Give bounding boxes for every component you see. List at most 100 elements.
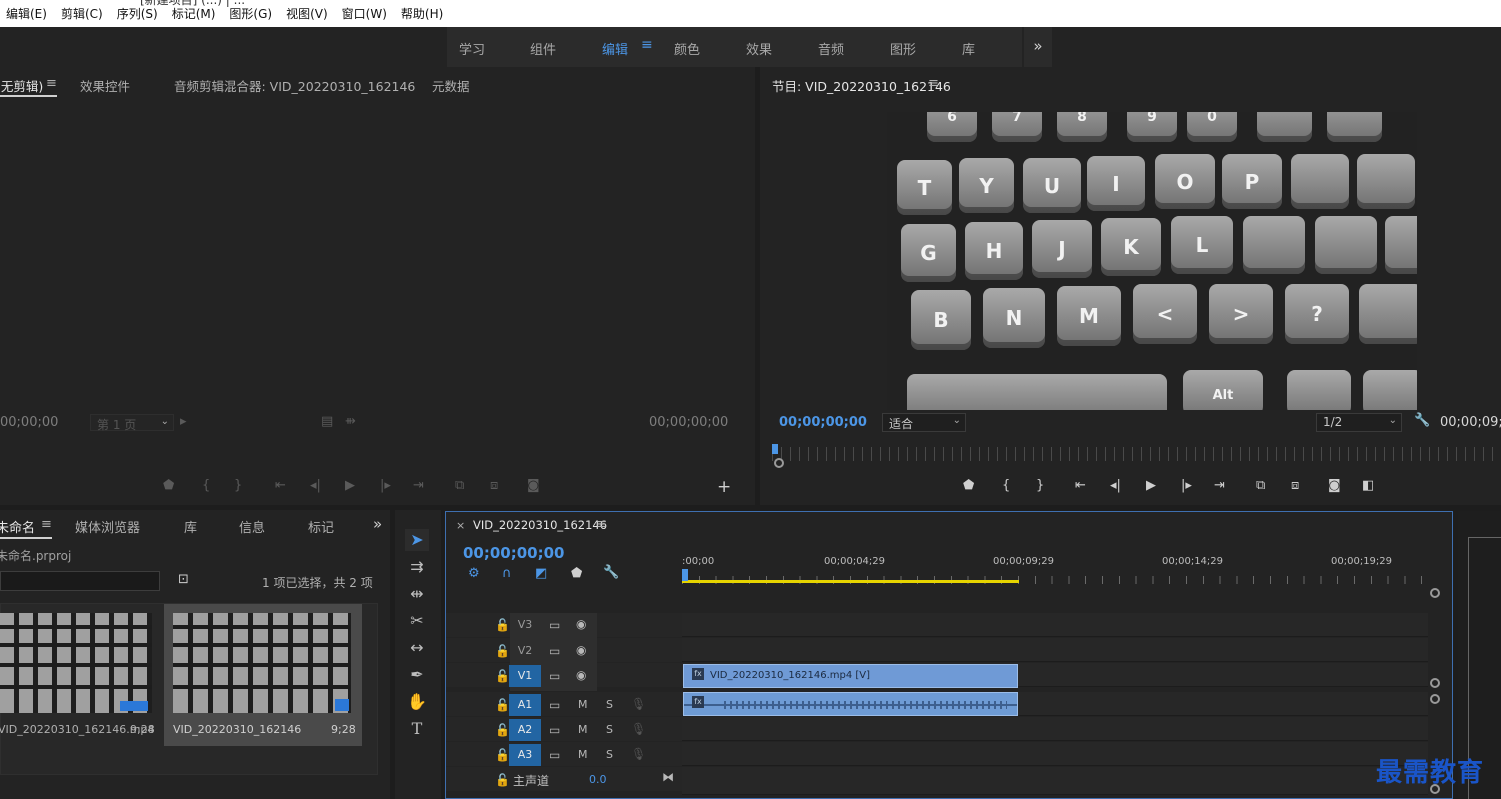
zoom-handle[interactable]: [774, 458, 784, 468]
scroll-handle[interactable]: [1430, 694, 1440, 704]
timeline-timecode[interactable]: 00;00;00;00: [463, 544, 565, 562]
tab-audio-clip-mixer[interactable]: 音频剪辑混合器: VID_20220310_162146: [174, 76, 415, 95]
overwrite-icon[interactable]: ⧈: [490, 478, 498, 493]
mark-out-icon[interactable]: }: [234, 478, 242, 493]
workspace-color[interactable]: 颜色: [674, 39, 700, 58]
program-title[interactable]: 节目: VID_20220310_162146: [772, 76, 951, 95]
go-to-in-icon[interactable]: ⇤: [1075, 478, 1086, 493]
timeline-playhead[interactable]: [682, 569, 688, 581]
track-name-a2[interactable]: A2: [509, 719, 541, 741]
master-volume-value[interactable]: 0.0: [589, 773, 607, 786]
pen-tool-icon[interactable]: ✒: [405, 664, 429, 686]
track-name-v2[interactable]: V2: [509, 640, 541, 662]
mark-out-icon[interactable]: }: [1036, 478, 1044, 493]
add-button-icon[interactable]: +: [717, 477, 731, 497]
eye-icon[interactable]: ◉: [576, 668, 586, 682]
extract-icon[interactable]: ⧈: [1291, 478, 1299, 493]
mic-icon[interactable]: 🎙: [631, 697, 646, 711]
lock-icon[interactable]: 🔓: [495, 773, 510, 787]
solo-toggle[interactable]: S: [606, 698, 613, 711]
workspace-audio[interactable]: 音频: [818, 39, 844, 58]
find-icon[interactable]: ⊡: [178, 572, 189, 587]
track-name-a3[interactable]: A3: [509, 744, 541, 766]
camera-icon[interactable]: ◙: [1328, 478, 1341, 493]
fit-select[interactable]: 适合 ⌄: [882, 413, 966, 432]
scroll-handle[interactable]: [1430, 678, 1440, 688]
project-more-button[interactable]: »: [373, 515, 382, 533]
lift-icon[interactable]: ⧉: [1256, 478, 1265, 493]
tab-effect-controls[interactable]: 效果控件: [80, 76, 130, 95]
audio-clip[interactable]: [683, 692, 1018, 716]
solo-toggle[interactable]: S: [606, 723, 613, 736]
lock-icon[interactable]: 🔓: [495, 618, 510, 632]
add-marker-icon[interactable]: ⬟: [163, 478, 174, 493]
resolution-select[interactable]: 1/2 ⌄: [1316, 413, 1402, 432]
menu-window[interactable]: 窗口(W): [342, 5, 387, 22]
slip-tool-icon[interactable]: ↔: [405, 637, 429, 659]
workspace-learn[interactable]: 学习: [459, 39, 485, 58]
nest-icon[interactable]: ⚙: [468, 566, 480, 581]
play-icon[interactable]: ▶: [1146, 478, 1156, 493]
tab-project[interactable]: 未命名: [0, 517, 35, 536]
add-marker-icon[interactable]: ⬟: [963, 478, 974, 493]
play-icon[interactable]: ▶: [345, 478, 355, 493]
master-ends-icon[interactable]: ⧓: [662, 770, 674, 784]
sync-lock-icon[interactable]: ▭: [549, 723, 560, 737]
tab-media-browser[interactable]: 媒体浏览器: [75, 517, 140, 536]
track-row-a2[interactable]: [682, 717, 1428, 741]
eye-icon[interactable]: ◉: [576, 617, 586, 631]
mute-toggle[interactable]: M: [578, 748, 588, 761]
tab-libraries[interactable]: 库: [184, 517, 197, 536]
sync-lock-icon[interactable]: ▭: [549, 669, 560, 683]
eye-icon[interactable]: ◉: [576, 643, 586, 657]
selection-tool-icon[interactable]: ➤: [405, 529, 429, 551]
solo-toggle[interactable]: S: [606, 748, 613, 761]
track-name-v3[interactable]: V3: [509, 614, 541, 636]
track-row-v3[interactable]: [682, 613, 1428, 637]
mic-icon[interactable]: 🎙: [631, 722, 646, 736]
timeline-close-icon[interactable]: ×: [456, 519, 465, 532]
go-to-in-icon[interactable]: ⇤: [275, 478, 286, 493]
timeline-settings-wrench-icon[interactable]: 🔧: [603, 565, 619, 580]
next-page-icon[interactable]: ▸: [180, 414, 187, 429]
tab-markers[interactable]: 标记: [308, 517, 334, 536]
track-select-tool-icon[interactable]: ⇉: [405, 556, 429, 578]
tab-project-menu-icon[interactable]: ≡: [41, 517, 52, 532]
lock-icon[interactable]: 🔓: [495, 669, 510, 683]
tab-source[interactable]: (无剪辑): [0, 76, 43, 95]
insert-icon[interactable]: ⧉: [455, 478, 464, 493]
tab-metadata[interactable]: 元数据: [432, 76, 470, 95]
drag-video-icon[interactable]: ⇻: [345, 414, 356, 429]
lock-icon[interactable]: 🔓: [495, 748, 510, 762]
go-to-out-icon[interactable]: ⇥: [413, 478, 424, 493]
project-item-thumbnail[interactable]: [173, 613, 351, 713]
step-forward-icon[interactable]: |▸: [380, 478, 391, 493]
add-marker-icon[interactable]: ⬟: [571, 566, 582, 581]
workspace-assembly[interactable]: 组件: [530, 39, 556, 58]
tab-info[interactable]: 信息: [239, 517, 265, 536]
track-row-a3[interactable]: [682, 742, 1428, 766]
mark-in-icon[interactable]: {: [1002, 478, 1010, 493]
mic-icon[interactable]: 🎙: [631, 747, 646, 761]
program-menu-icon[interactable]: ≡: [928, 76, 939, 91]
track-name-a1[interactable]: A1: [509, 694, 541, 716]
track-row-master[interactable]: [682, 767, 1428, 795]
track-row-v2[interactable]: [682, 638, 1428, 662]
hand-tool-icon[interactable]: ✋: [405, 691, 429, 713]
tab-source-menu-icon[interactable]: ≡: [46, 76, 57, 91]
settings-icon[interactable]: ▤: [321, 414, 333, 429]
step-back-icon[interactable]: ◂|: [310, 478, 321, 493]
program-timecode-left[interactable]: 00;00;00;00: [779, 415, 867, 430]
menu-edit[interactable]: 编辑(E): [6, 5, 47, 22]
mark-in-icon[interactable]: {: [202, 478, 210, 493]
menu-help[interactable]: 帮助(H): [401, 5, 443, 22]
workspace-graphics[interactable]: 图形: [890, 39, 916, 58]
linked-selection-icon[interactable]: ◩: [535, 566, 547, 581]
video-clip[interactable]: VID_20220310_162146.mp4 [V]: [683, 664, 1018, 688]
sync-lock-icon[interactable]: ▭: [549, 748, 560, 762]
project-item-thumbnail[interactable]: [0, 613, 152, 713]
program-playhead[interactable]: [772, 444, 778, 454]
razor-tool-icon[interactable]: ✂: [405, 610, 429, 632]
snap-magnet-icon[interactable]: ∩: [502, 566, 512, 581]
lock-icon[interactable]: 🔓: [495, 723, 510, 737]
